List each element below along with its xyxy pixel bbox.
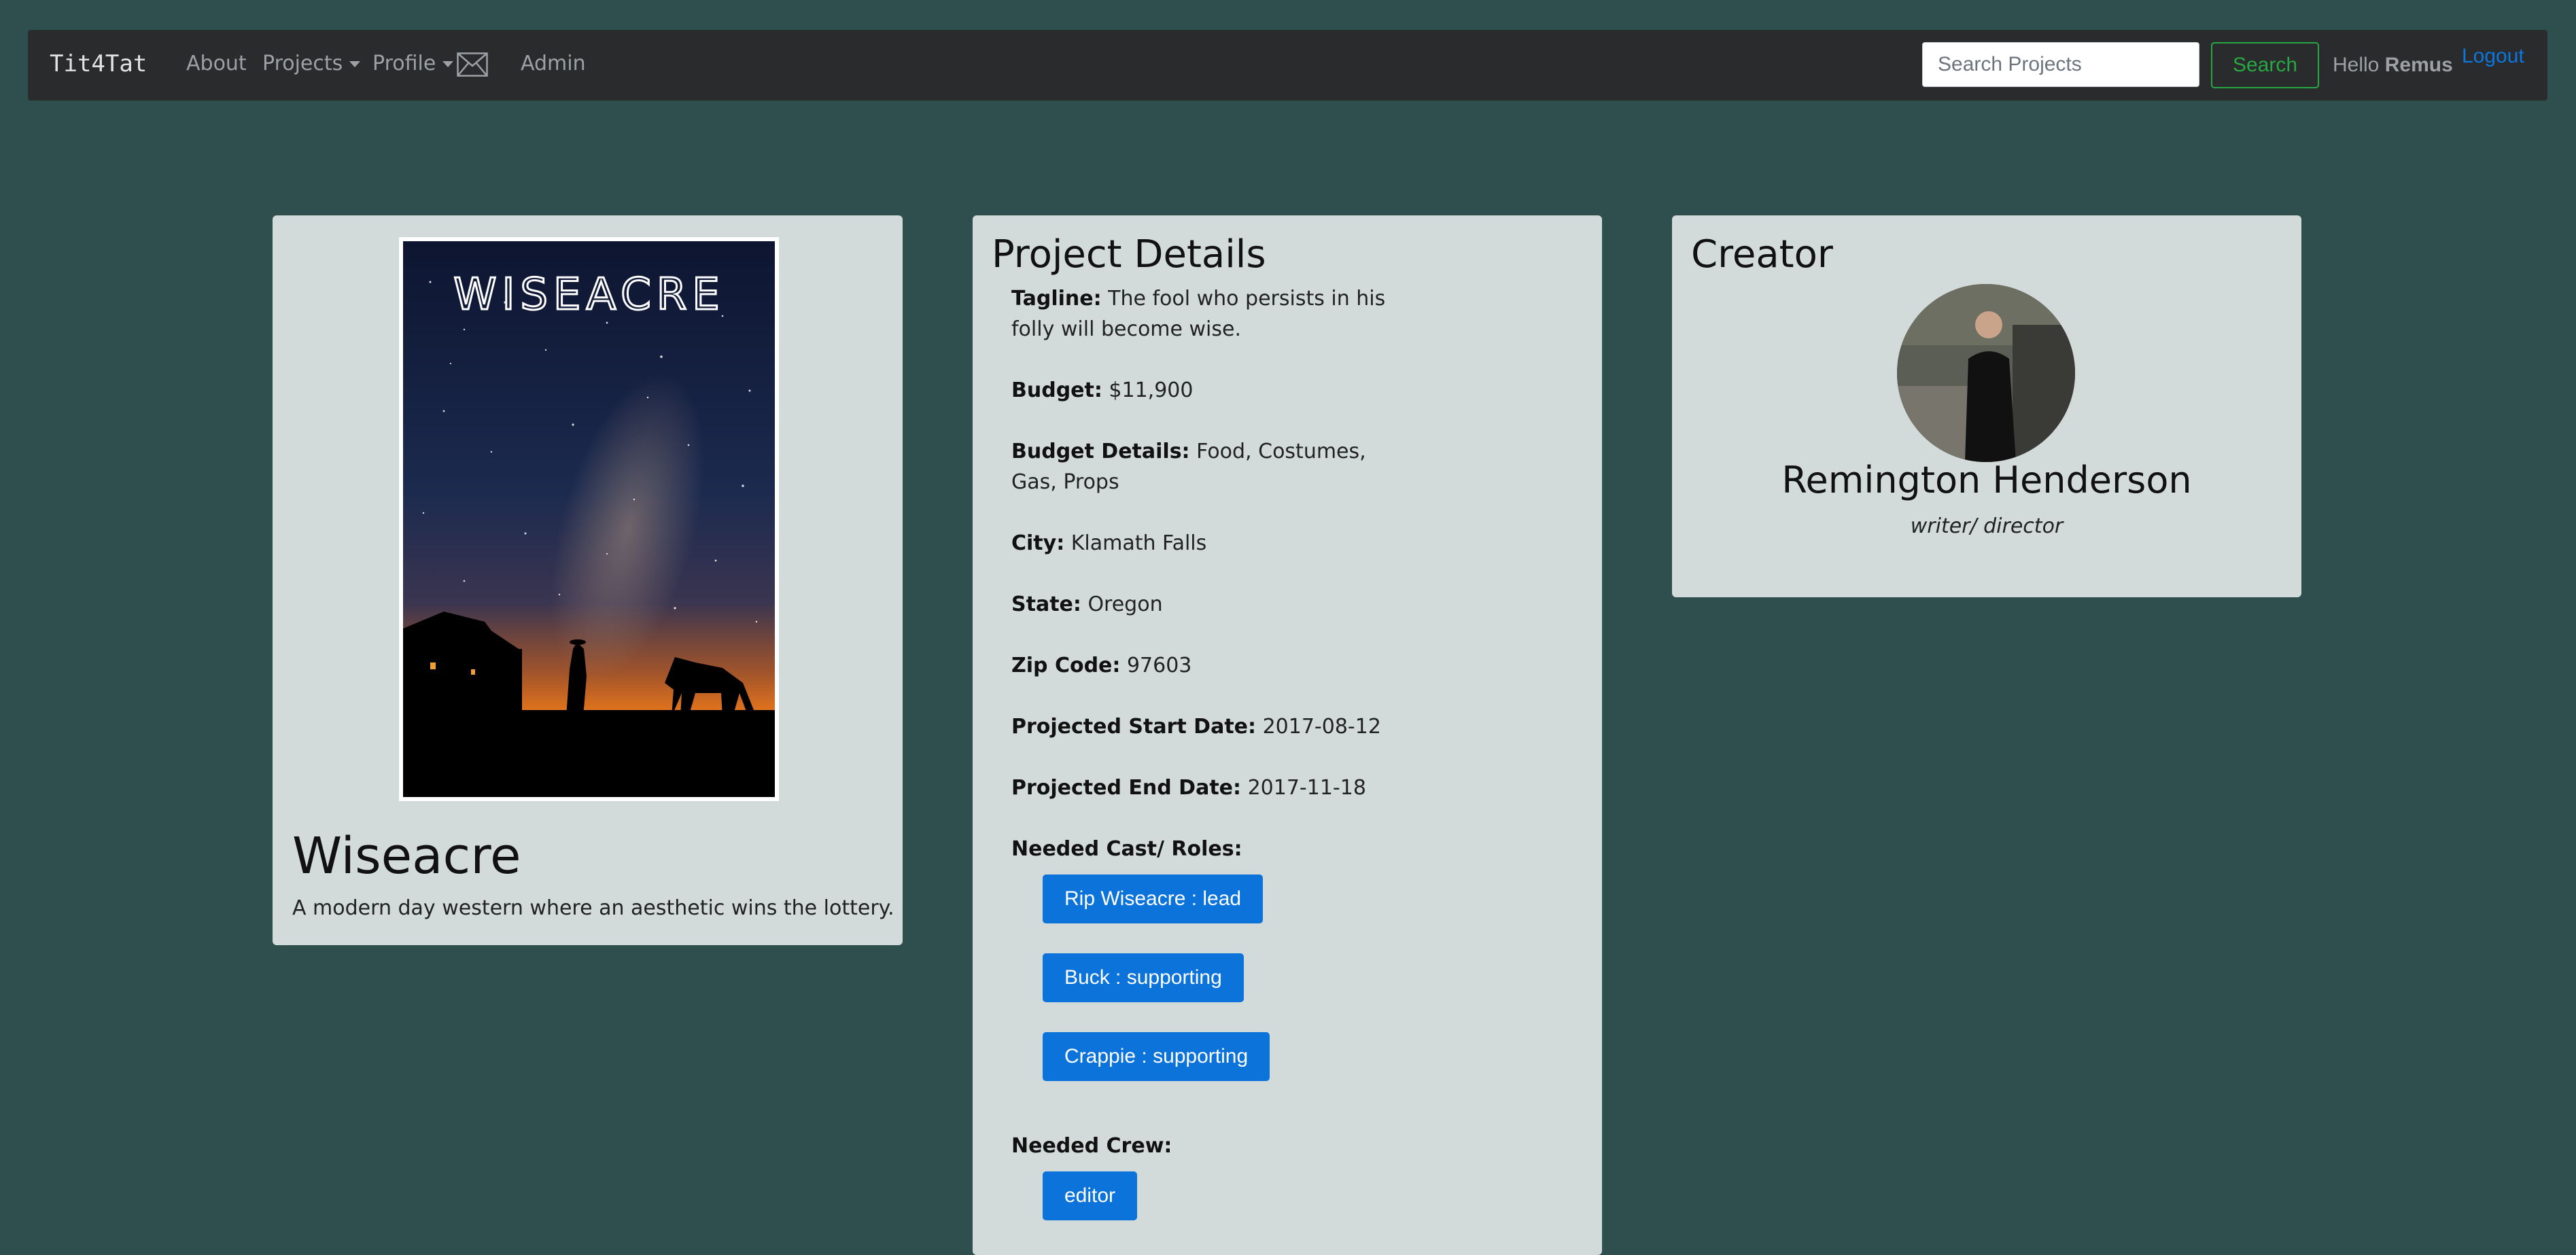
state-value: Oregon (1087, 593, 1163, 616)
nav-admin[interactable]: Admin (521, 52, 586, 75)
project-description: A modern day western where an aesthetic … (292, 896, 894, 920)
cast-role-button[interactable]: Crappie : supporting (1043, 1032, 1270, 1081)
start-date-value: 2017-08-12 (1262, 715, 1381, 739)
end-date-label: Projected End Date: (1011, 776, 1242, 800)
navbar: Tit4Tat About Projects Profile Admin Sea… (28, 30, 2547, 101)
zip-value: 97603 (1126, 654, 1192, 677)
cast-role-button[interactable]: Rip Wiseacre : lead (1043, 874, 1264, 923)
state-field: State: Oregon (1011, 589, 1392, 620)
tagline-label: Tagline: (1011, 287, 1102, 311)
city-label: City: (1011, 531, 1065, 555)
cast-role-button[interactable]: Buck : supporting (1043, 953, 1244, 1002)
project-details-heading: Project Details (992, 232, 1266, 277)
cast-field: Needed Cast/ Roles: (1011, 834, 1392, 864)
start-date-field: Projected Start Date: 2017-08-12 (1011, 711, 1392, 742)
username: Remus (2384, 54, 2453, 76)
nav-about[interactable]: About (186, 52, 247, 75)
brand-link[interactable]: Tit4Tat (50, 50, 147, 77)
mail-icon[interactable] (457, 52, 488, 77)
cast-label: Needed Cast/ Roles: (1011, 837, 1242, 861)
nav-profile-dropdown[interactable]: Profile (372, 52, 454, 75)
search-button[interactable]: Search (2211, 42, 2319, 88)
caret-down-icon (442, 61, 454, 67)
search-input[interactable] (1922, 42, 2199, 87)
user-greeting: Hello Remus (2333, 54, 2453, 77)
budget-details-field: Budget Details: Food, Costumes, Gas, Pro… (1011, 436, 1392, 497)
state-label: State: (1011, 593, 1081, 616)
start-date-label: Projected Start Date: (1011, 715, 1257, 739)
crew-field: Needed Crew: (1011, 1131, 1392, 1161)
city-field: City: Klamath Falls (1011, 528, 1392, 559)
poster-title-text: WISEACRE (453, 270, 725, 320)
tagline-field: Tagline: The fool who persists in his fo… (1011, 283, 1392, 344)
end-date-value: 2017-11-18 (1247, 776, 1366, 800)
project-title: Wiseacre (292, 827, 521, 885)
project-poster: WISEACRE (399, 237, 779, 801)
crew-role-button[interactable]: editor (1043, 1171, 1138, 1220)
zip-label: Zip Code: (1011, 654, 1121, 677)
city-value: Klamath Falls (1071, 531, 1207, 555)
nav-projects-label: Projects (262, 52, 343, 75)
creator-role: writer/ director (1910, 514, 2064, 538)
creator-card: Creator Remington Henderson writer/ dire… (1672, 215, 2301, 597)
greeting-prefix: Hello (2333, 54, 2380, 76)
nav-profile-label: Profile (372, 52, 436, 75)
budget-value: $11,900 (1109, 378, 1194, 402)
project-details-card: Project Details Tagline: The fool who pe… (973, 215, 1602, 1255)
budget-label: Budget: (1011, 378, 1102, 402)
budget-details-label: Budget Details: (1011, 440, 1190, 463)
budget-field: Budget: $11,900 (1011, 375, 1392, 406)
avatar-image (1897, 284, 2075, 462)
caret-down-icon (349, 61, 361, 67)
zip-field: Zip Code: 97603 (1011, 650, 1392, 681)
project-card: WISEACRE Wiseacre A modern day western w… (273, 215, 903, 945)
logout-link[interactable]: Logout (2462, 45, 2524, 68)
poster-image: WISEACRE (403, 241, 775, 797)
creator-avatar[interactable] (1897, 284, 2075, 462)
creator-heading: Creator (1691, 232, 1833, 277)
crew-label: Needed Crew: (1011, 1134, 1172, 1158)
creator-name[interactable]: Remington Henderson (1672, 459, 2301, 501)
end-date-field: Projected End Date: 2017-11-18 (1011, 773, 1392, 803)
nav-projects-dropdown[interactable]: Projects (262, 52, 361, 75)
